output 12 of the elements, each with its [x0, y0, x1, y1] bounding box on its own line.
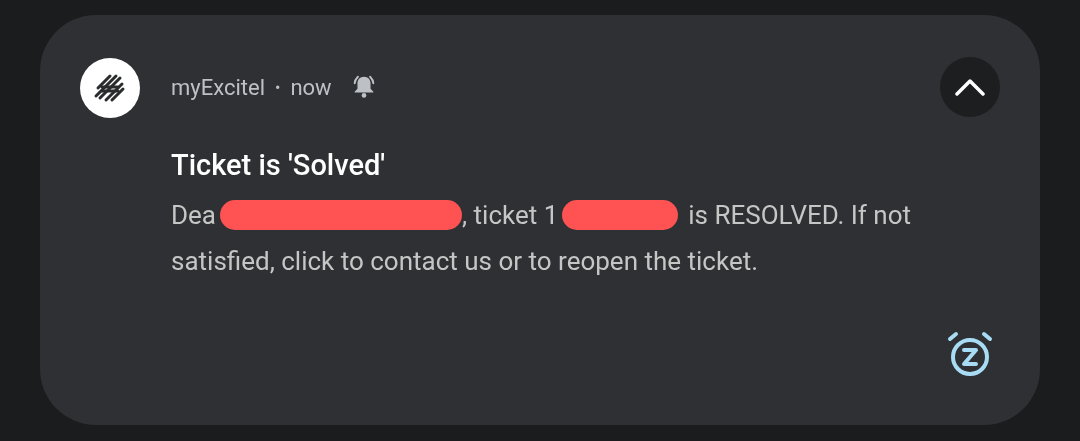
message-text: satisfied, click to contact us or to reopen the ticket. [171, 245, 759, 278]
message-text: Dea [171, 199, 216, 232]
timestamp: now [290, 74, 332, 100]
message-text: , ticket 1 [462, 199, 559, 232]
separator-dot: • [275, 77, 281, 97]
app-name: myExcitel [171, 74, 265, 100]
notification-card[interactable]: myExcitel • now Ticket is 'Solved' Dea , ticket 1 is RESOLVED. If not satisfied, click to contact us or to reopen the ticket. [40, 15, 1040, 425]
notification-title: Ticket is 'Solved' [171, 148, 387, 182]
snooze-icon[interactable] [945, 329, 995, 379]
app-logo-icon [80, 58, 140, 118]
message-text: is RESOLVED. If not [688, 199, 912, 232]
chevron-up-icon [955, 78, 985, 96]
